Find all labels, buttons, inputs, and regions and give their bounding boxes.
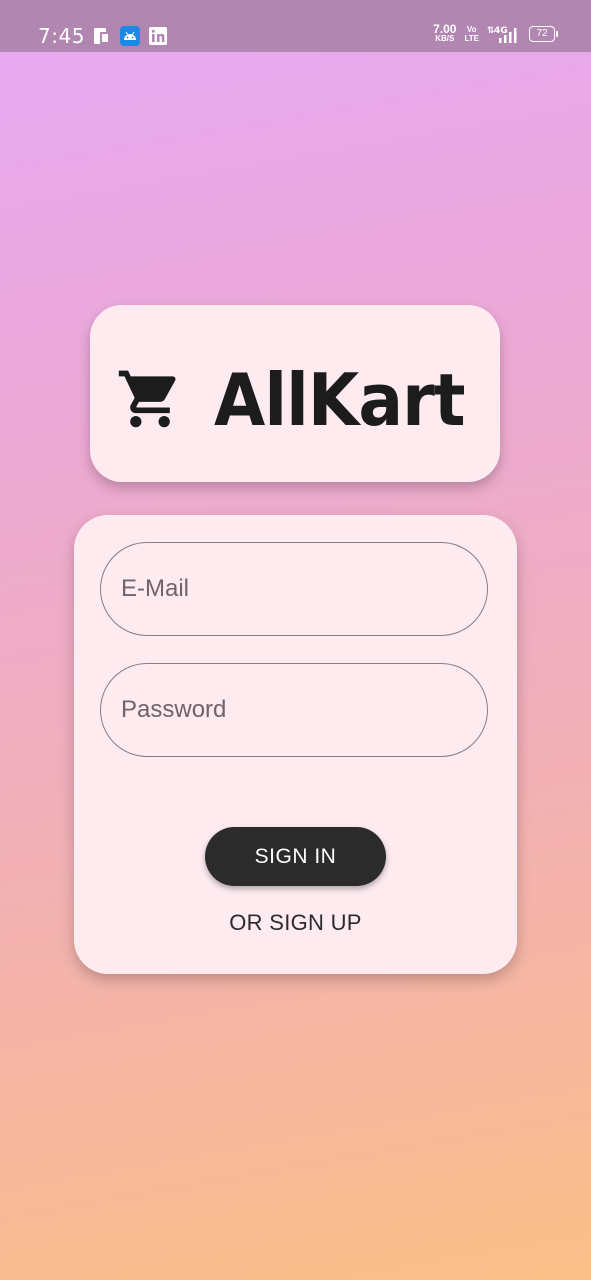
sim-card-icon	[94, 28, 110, 44]
volte-indicator: Vo LTE	[464, 25, 479, 43]
status-bar: 7:45 7.00 KB/S Vo LTE ⇅ 4G 72	[0, 0, 591, 52]
net-speed: 7.00 KB/S	[433, 22, 457, 44]
net-speed-unit: KB/S	[435, 34, 455, 43]
system-status: 7.00 KB/S Vo LTE ⇅ 4G 72	[433, 22, 558, 44]
logo-card: AllKart	[90, 305, 500, 482]
linkedin-icon	[149, 27, 167, 45]
volte-top: Vo	[466, 25, 477, 34]
notification-icons	[92, 26, 168, 46]
email-input[interactable]	[101, 543, 487, 635]
sign-in-button[interactable]: SIGN IN	[205, 827, 386, 886]
login-form-card: SIGN IN OR SIGN UP	[74, 515, 517, 974]
shopping-cart-icon	[118, 370, 176, 428]
app-title: AllKart	[214, 358, 466, 442]
volte-bottom: LTE	[464, 34, 479, 43]
password-field[interactable]	[100, 663, 488, 757]
battery-icon: 72	[529, 26, 558, 42]
password-input[interactable]	[101, 664, 487, 756]
android-icon	[120, 26, 140, 46]
sign-up-link[interactable]: OR SIGN UP	[74, 910, 517, 936]
signal-4g-icon: ⇅ 4G	[487, 26, 517, 43]
network-type-label: 4G	[494, 26, 508, 36]
email-field[interactable]	[100, 542, 488, 636]
net-speed-value: 7.00	[433, 22, 457, 36]
status-time: 7:45	[38, 24, 85, 48]
